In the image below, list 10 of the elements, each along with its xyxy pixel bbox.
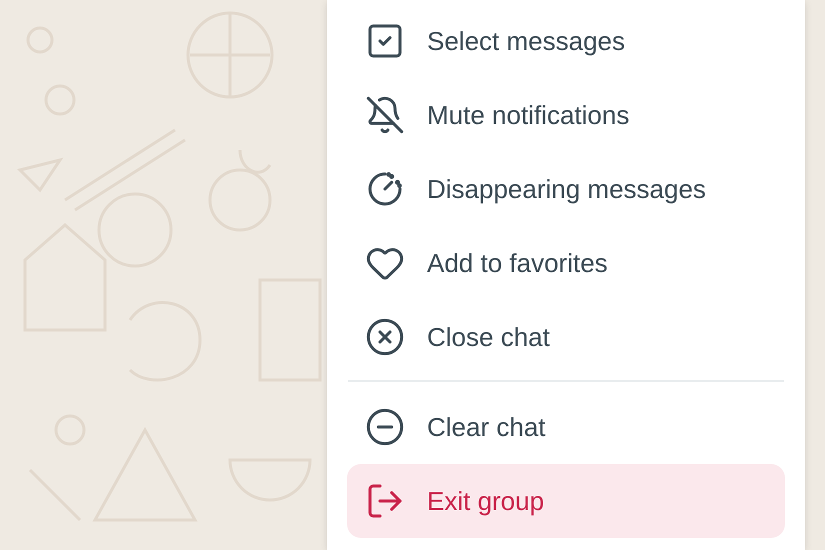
close-icon [365, 317, 405, 357]
menu-item[interactable]: Close chat [347, 300, 785, 374]
minus-circle-icon [365, 407, 405, 447]
bell-off-icon [365, 95, 405, 135]
menu-item[interactable]: Add to favorites [347, 226, 785, 300]
menu-item[interactable]: Select messages [347, 4, 785, 78]
menu-item[interactable]: Disappearing messages [347, 152, 785, 226]
menu-item[interactable]: Clear chat [347, 390, 785, 464]
menu-item[interactable]: Mute notifications [347, 78, 785, 152]
menu-item[interactable]: Exit group [347, 464, 785, 538]
